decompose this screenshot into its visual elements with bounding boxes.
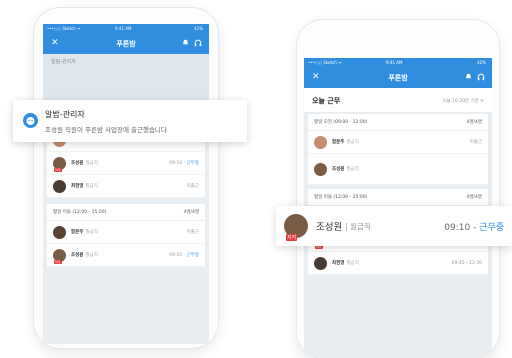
battery-text: 42% [194,26,203,31]
shift-label: 평일 미들 (12:00 - 15:00) [314,195,368,200]
employee-role: | 월급직 [345,221,371,231]
notification-message: 조성원 직원이 푸른밤 사업장에 출근했습니다. [45,126,169,134]
avatar: 지각 [284,214,308,241]
employee-name: 최현영 [71,184,84,189]
employee-status: 미출근 [469,140,482,145]
partial-notice-text: 알림-관리자 [51,59,76,65]
status-state: 근무중 [186,161,199,166]
push-notification[interactable]: 알밤-관리자 조성원 직원이 푸른밤 사업장에 출근했습니다. [13,100,247,142]
today-title: 오늘 근무 [312,97,341,105]
employee-name: 조성원 [71,161,84,166]
employee-role: 월급직 [346,140,359,145]
carrier-text: •••○○ Sketch ᯤ [47,26,81,31]
shift-header: 평일 미들 (12:00 - 15:00) 4명/4명 [308,189,488,206]
nav-bar: ✕ 푸른밤 [43,34,209,54]
list-item[interactable]: 지각 조성원 월급직 09:45 - 근무중 [47,244,205,267]
list-item[interactable]: 지각 조성원 월급직 09:10 - 근무중 [47,152,205,175]
employee-role: 월급직 [85,230,98,235]
phone-mockup-left: •••○○ Sketch ᯤ 9:41 AM 42% ✕ 푸른밤 알림-관리자 … [34,8,218,348]
employee-name: 조성원 [71,253,84,258]
bell-icon[interactable] [465,73,472,80]
avatar: 지각 [53,156,66,172]
employee-name: 함문주 [332,140,345,145]
late-badge: 지각 [54,167,62,172]
employee-role: 월급직 [85,161,98,166]
avatar [53,225,66,239]
shift-header: 평일 오전 (09:00 - 12:00) 4명/4명 [308,114,488,131]
shift-card: 평일 미들 (12:00 - 15:00) 4명/4명 함문주 월급직 미출근 … [47,204,205,267]
status-time: 09:10 [444,222,471,233]
phone-mockup-right: •••○○ Sketch ᯤ 9:41 AM 42% ✕ 푸른밤 오늘 근무 오… [297,20,499,358]
avatar [53,179,66,193]
shift-label: 평일 미들 (12:00 - 15:00) [53,210,107,215]
employee-role: 월급직 [85,253,98,258]
status-bar: •••○○ Sketch ᯤ 9:41 AM 42% [304,58,492,68]
avatar [314,135,327,149]
employee-status: 09:10 - 근무중 [444,222,504,233]
screen-left: •••○○ Sketch ᯤ 9:41 AM 42% ✕ 푸른밤 알림-관리자 … [43,24,209,344]
clock-text: 9:41 AM [115,26,132,31]
avatar: 지각 [53,248,66,264]
list-item[interactable]: 최현영 월급직 미출근 [47,175,205,198]
late-badge: 지각 [286,234,298,241]
nav-title: 푸른밤 [388,74,408,82]
headset-icon[interactable] [194,39,202,47]
employee-role: 월급직 [346,261,359,266]
employee-role: 월급직 [346,167,359,172]
employee-status: 09:10 - 근무중 [169,161,199,166]
list-item[interactable]: 최현영 월급직 09:45 - 13:30 [308,252,488,275]
employee-status: 미출근 [186,230,199,235]
employee-role-text: 월급직 [350,221,371,231]
list-item[interactable]: 함문주 월급직 미출근 [47,221,205,244]
today-header: 오늘 근무 오늘 16:30분 기준 ↻ [304,88,492,112]
status-time: 09:45 [169,253,183,258]
battery-text: 42% [477,60,486,65]
employee-status: 09:45 - 13:30 [451,260,482,266]
today-ref-text: 오늘 16:30분 기준 [442,99,479,104]
status-time: 09:10 [169,161,183,166]
employee-name: 조성원 [316,222,343,233]
nav-bar: ✕ 푸른밤 [304,68,492,88]
employee-name: 조성원 [332,167,345,172]
headset-icon[interactable] [477,73,485,81]
status-state: 근무중 [479,222,504,233]
shift-count: 4명/4명 [466,195,482,200]
app-icon [23,113,38,128]
bell-icon[interactable] [182,39,189,46]
employee-status: 09:45 - 근무중 [169,253,199,258]
late-badge: 지각 [54,259,62,264]
clock-text: 9:41 AM [386,60,403,65]
shift-label: 평일 오전 (09:00 - 12:00) [314,120,368,125]
shift-count: 4명/4명 [183,210,199,215]
employee-role: 월급직 [85,184,98,189]
highlighted-employee-row[interactable]: 지각 조성원 | 월급직 09:10 - 근무중 [276,206,512,246]
employee-status: 미출근 [186,184,199,189]
shift-card: 평일 오전 (09:00 - 12:00) 4명/4명 함문주 월급직 미출근 … [308,114,488,185]
avatar [314,256,327,270]
list-item[interactable]: 조성원 월급직 [308,154,488,185]
shift-count: 4명/4명 [466,120,482,125]
avatar [314,162,327,176]
notification-title: 알밤-관리자 [45,110,85,119]
status-bar: •••○○ Sketch ᯤ 9:41 AM 42% [43,24,209,34]
shift-header: 평일 미들 (12:00 - 15:00) 4명/4명 [47,204,205,221]
status-state: 근무중 [186,253,199,258]
list-item[interactable]: 함문주 월급직 미출근 [308,131,488,154]
carrier-text: •••○○ Sketch ᯤ [308,60,342,65]
employee-name: 최현영 [332,261,345,266]
employee-name: 함문주 [71,230,84,235]
today-reference: 오늘 16:30분 기준 ↻ [442,98,484,104]
refresh-icon[interactable]: ↻ [480,99,484,104]
